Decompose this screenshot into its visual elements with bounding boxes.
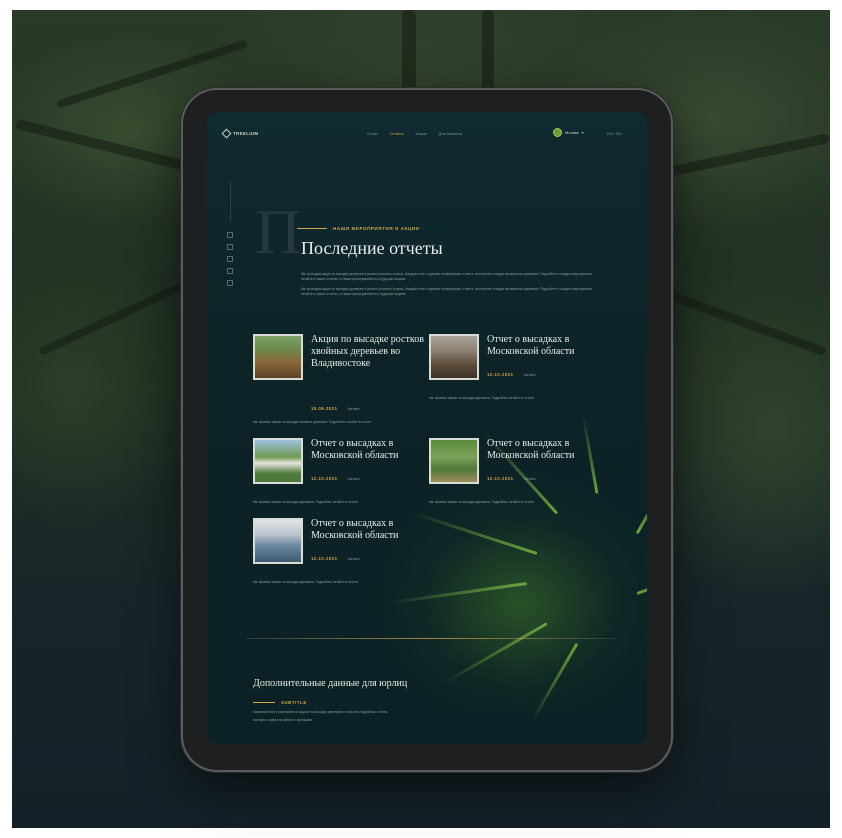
tablet-frame: TREELIUM О нас Отчеты Акции Для бизнеса …: [183, 90, 671, 770]
section-eyebrow: НАШИ МЕРОПРИЯТИЯ И АКЦИИ: [297, 226, 420, 231]
report-date: 12.10.2021: [487, 372, 514, 377]
decorative-letter: П: [255, 196, 302, 267]
nav-item-about[interactable]: О нас: [367, 131, 378, 136]
report-card[interactable]: Отчет о высадках в Московской области 12…: [253, 518, 431, 598]
report-meta: 15.09.2021 Читать: [311, 406, 360, 411]
report-title: Акция по высадке ростков хвойных деревье…: [311, 334, 424, 369]
page-title: Последние отчеты: [301, 238, 443, 258]
nav-item-business[interactable]: Для бизнеса: [439, 131, 462, 136]
report-title: Отчет о высадках в Московской области: [487, 334, 575, 357]
social-icon[interactable]: [227, 244, 233, 250]
report-title: Отчет о высадках в Московской области: [311, 518, 399, 541]
report-meta: 12.10.2021 Читать: [311, 556, 360, 561]
report-date: 12.10.2021: [311, 556, 338, 561]
site-header: TREELIUM О нас Отчеты Акции Для бизнеса …: [207, 112, 647, 152]
read-more-link[interactable]: Читать: [524, 373, 536, 377]
region-label: Москва: [565, 130, 579, 135]
section-title: Дополнительные данные для юрлиц: [253, 678, 408, 689]
social-icon[interactable]: [227, 256, 233, 262]
eyebrow-text: НАШИ МЕРОПРИЯТИЯ И АКЦИИ: [333, 226, 420, 231]
region-selector[interactable]: Москва ▾: [553, 128, 584, 137]
read-more-link[interactable]: Читать: [348, 477, 360, 481]
section-text: Компании могут участвовать в акциях по в…: [253, 710, 403, 726]
rail-divider: [230, 182, 231, 222]
subtitle-text: SUBTITLE: [281, 700, 307, 705]
section-subtitle: SUBTITLE: [253, 700, 307, 705]
report-card[interactable]: Отчет о высадках в Московской области 12…: [429, 438, 607, 518]
social-icon[interactable]: [227, 232, 233, 238]
report-title: Отчет о высадках в Московской области: [311, 438, 399, 461]
report-description: Мы провели акцию по высадке деревьев. По…: [429, 500, 535, 504]
report-thumbnail: [253, 518, 303, 564]
social-icon[interactable]: [227, 268, 233, 274]
main-nav: О нас Отчеты Акции Для бизнеса: [367, 131, 462, 136]
report-date: 15.09.2021: [311, 406, 338, 411]
report-date: 12.10.2021: [311, 476, 338, 481]
read-more-link[interactable]: Читать: [348, 557, 360, 561]
report-title: Отчет о высадках в Московской области: [487, 438, 575, 461]
report-thumbnail: [253, 334, 303, 380]
report-meta: 12.10.2021 Читать: [487, 476, 536, 481]
nav-item-reports[interactable]: Отчеты: [390, 131, 404, 136]
report-description: Мы провели акцию по высадке деревьев. По…: [253, 580, 359, 584]
report-description: Мы провели акцию по высадке хвойных дере…: [253, 420, 372, 424]
report-card[interactable]: Отчет о высадках в Московской области 12…: [429, 334, 607, 414]
report-thumbnail: [429, 438, 479, 484]
intro-text: Мы проводим акции по высадке деревьев в …: [301, 272, 601, 302]
report-card[interactable]: Акция по высадке ростков хвойных деревье…: [253, 334, 431, 434]
chevron-down-icon: ▾: [581, 130, 584, 135]
website-screen: TREELIUM О нас Отчеты Акции Для бизнеса …: [207, 112, 647, 744]
report-date: 12.10.2021: [487, 476, 514, 481]
social-icon[interactable]: [227, 280, 233, 286]
section-divider: [247, 638, 617, 639]
section-paragraph: Контакты отдела по работе с юрлицами.: [253, 718, 313, 722]
globe-icon: [553, 128, 562, 137]
site-logo[interactable]: TREELIUM: [221, 128, 259, 139]
intro-paragraph: Мы проводим акции по высадке деревьев в …: [301, 272, 592, 281]
read-more-link[interactable]: Читать: [348, 407, 360, 411]
report-thumbnail: [429, 334, 479, 380]
report-meta: 12.10.2021 Читать: [311, 476, 360, 481]
report-card[interactable]: Отчет о высадках в Московской области 12…: [253, 438, 431, 518]
nav-item-promotions[interactable]: Акции: [415, 131, 426, 136]
report-description: Мы провели акцию по высадке деревьев. По…: [253, 500, 359, 504]
read-more-link[interactable]: Читать: [524, 477, 536, 481]
logo-text: TREELIUM: [233, 131, 259, 136]
language-switch[interactable]: EN / RU: [607, 131, 622, 136]
report-thumbnail: [253, 438, 303, 484]
section-paragraph: Компании могут участвовать в акциях по в…: [253, 710, 389, 714]
intro-paragraph: Мы проводим акции по высадке деревьев в …: [301, 287, 592, 296]
report-meta: 12.10.2021 Читать: [487, 372, 536, 377]
logo-icon: [221, 128, 232, 139]
report-description: Мы провели акцию по высадке деревьев. По…: [429, 396, 535, 400]
